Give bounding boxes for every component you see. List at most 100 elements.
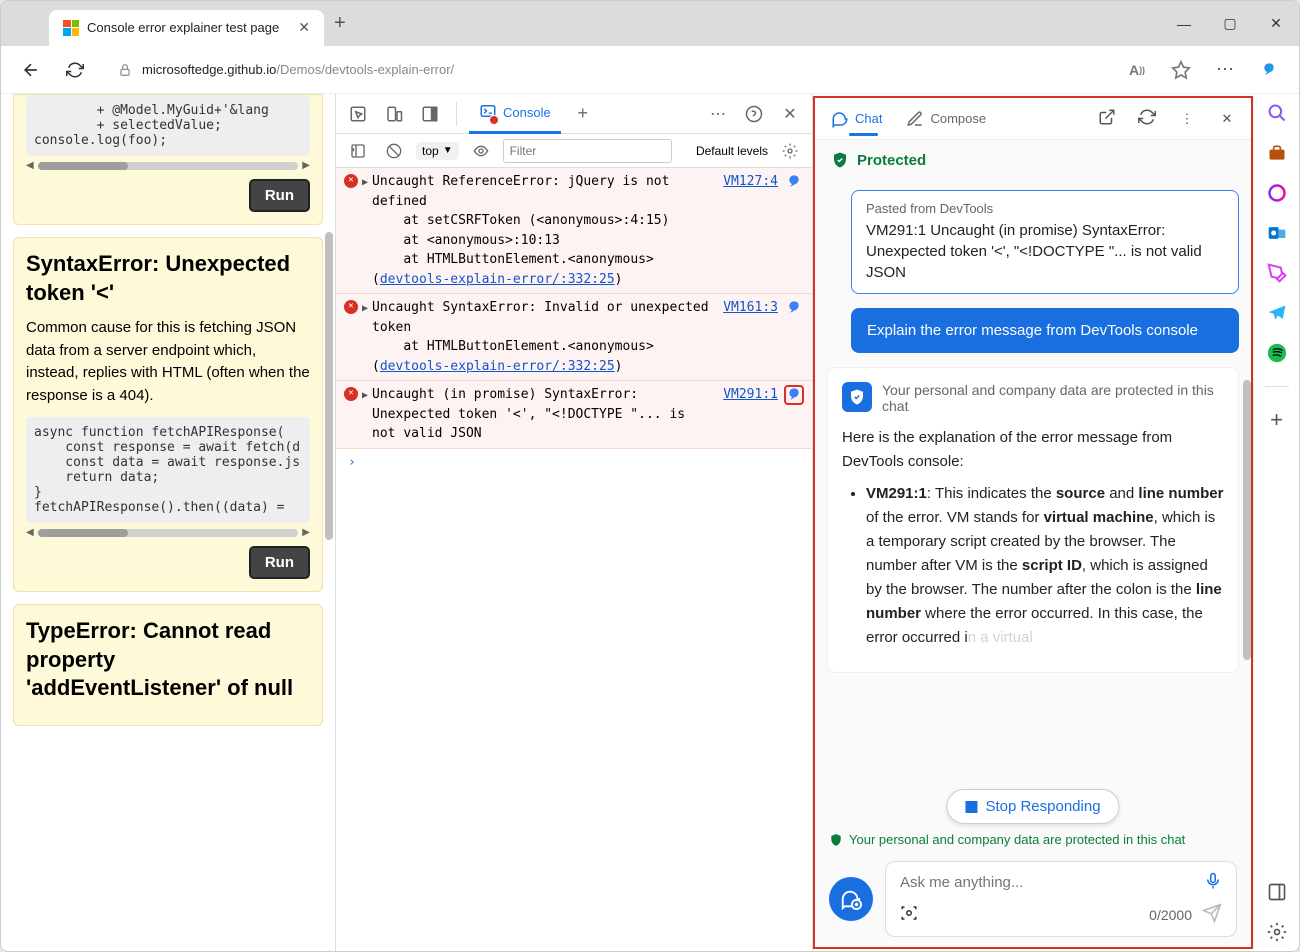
console-error-row: ✕ ▶ Uncaught ReferenceError: jQuery is n… bbox=[336, 168, 812, 294]
copilot-scrollbar-thumb[interactable] bbox=[1243, 380, 1251, 660]
search-icon[interactable] bbox=[1266, 102, 1288, 124]
settings-icon[interactable] bbox=[776, 137, 804, 165]
card-title: SyntaxError: Unexpected token '<' bbox=[26, 250, 310, 307]
expand-icon[interactable]: ▶ bbox=[362, 301, 368, 376]
help-icon[interactable] bbox=[740, 100, 768, 128]
tab-close-icon[interactable]: ✕ bbox=[298, 19, 310, 36]
shield-icon bbox=[842, 382, 872, 412]
card-body: Common cause for this is fetching JSON d… bbox=[26, 317, 310, 407]
new-topic-button[interactable] bbox=[829, 877, 873, 921]
gear-icon[interactable] bbox=[1266, 921, 1288, 943]
sidebar-toggle-icon[interactable] bbox=[344, 137, 372, 165]
spotify-icon[interactable] bbox=[1266, 342, 1288, 364]
devtools-close-icon[interactable]: ✕ bbox=[776, 100, 804, 128]
copilot-launch-button[interactable] bbox=[1253, 54, 1285, 86]
web-page: + @Model.MyGuid+'&lang + selectedValue; … bbox=[1, 94, 336, 951]
code-block-2: async function fetchAPIResponse( const r… bbox=[26, 417, 310, 523]
designer-icon[interactable] bbox=[1266, 262, 1288, 284]
copilot-panel: Chat Compose ⋮ ✕ Protected Pasted from D… bbox=[813, 96, 1253, 949]
source-link[interactable]: VM161:3 bbox=[723, 298, 778, 376]
sidebar-layout-icon[interactable] bbox=[1266, 881, 1288, 903]
stop-responding-button[interactable]: Stop Responding bbox=[946, 789, 1119, 824]
compose-tab[interactable]: Compose bbox=[902, 98, 990, 140]
more-button[interactable]: ⋯ bbox=[1209, 54, 1241, 86]
char-counter: 0/2000 bbox=[1149, 907, 1192, 923]
inspect-icon[interactable] bbox=[344, 100, 372, 128]
console-prompt[interactable]: › bbox=[336, 449, 812, 476]
code-scrollbar[interactable]: ◀▶ bbox=[26, 160, 310, 171]
error-icon: ✕ bbox=[344, 174, 358, 188]
window-minimize-button[interactable]: — bbox=[1161, 4, 1207, 44]
explain-error-button[interactable] bbox=[784, 298, 804, 318]
send-icon[interactable] bbox=[1202, 903, 1222, 926]
window-maximize-button[interactable]: ▢ bbox=[1207, 4, 1253, 44]
open-external-icon[interactable] bbox=[1095, 108, 1119, 129]
clear-console-icon[interactable] bbox=[380, 137, 408, 165]
scan-icon[interactable] bbox=[900, 904, 918, 925]
source-link[interactable]: VM291:1 bbox=[723, 385, 778, 444]
protected-indicator: Protected bbox=[815, 140, 1251, 180]
add-tab-icon[interactable]: + bbox=[569, 100, 597, 128]
lock-icon bbox=[118, 63, 132, 77]
console-error-row: ✕ ▶ Uncaught SyntaxError: Invalid or une… bbox=[336, 294, 812, 381]
ask-input[interactable] bbox=[900, 874, 1196, 891]
ask-input-box: 0/2000 bbox=[885, 861, 1237, 937]
card-title: TypeError: Cannot read property 'addEven… bbox=[26, 617, 310, 703]
page-scrollbar-thumb[interactable] bbox=[325, 232, 333, 540]
user-message: Explain the error message from DevTools … bbox=[851, 308, 1239, 353]
context-dropdown[interactable]: top▼ bbox=[416, 142, 459, 160]
chat-tab[interactable]: Chat bbox=[827, 98, 886, 140]
edge-sidebar: + bbox=[1253, 94, 1299, 951]
new-tab-button[interactable]: + bbox=[334, 12, 346, 35]
console-error-row: ✕ ▶ Uncaught (in promise) SyntaxError: U… bbox=[336, 381, 812, 449]
filter-input[interactable] bbox=[503, 139, 672, 163]
window-close-button[interactable]: ✕ bbox=[1253, 4, 1299, 44]
refresh-button[interactable] bbox=[59, 54, 91, 86]
error-icon: ✕ bbox=[344, 300, 358, 314]
briefcase-icon[interactable] bbox=[1266, 142, 1288, 164]
code-block-1: + @Model.MyGuid+'&lang + selectedValue; … bbox=[26, 95, 310, 156]
code-scrollbar[interactable]: ◀▶ bbox=[26, 527, 310, 538]
add-sidebar-icon[interactable]: + bbox=[1266, 409, 1288, 431]
devtools-more-icon[interactable]: ⋯ bbox=[704, 100, 732, 128]
outlook-icon[interactable] bbox=[1266, 222, 1288, 244]
footer-protection-note: Your personal and company data are prote… bbox=[815, 828, 1251, 851]
explain-error-button[interactable] bbox=[784, 385, 804, 405]
address-bar[interactable]: microsoftedge.github.io/Demos/devtools-e… bbox=[103, 53, 1109, 87]
url-path: /Demos/devtools-explain-error/ bbox=[276, 62, 454, 77]
explain-error-button[interactable] bbox=[784, 172, 804, 192]
pasted-context-card: Pasted from DevTools VM291:1 Uncaught (i… bbox=[851, 190, 1239, 294]
console-output: ✕ ▶ Uncaught ReferenceError: jQuery is n… bbox=[336, 168, 812, 951]
error-icon: ✕ bbox=[344, 387, 358, 401]
assistant-response: Your personal and company data are prote… bbox=[827, 367, 1239, 673]
refresh-icon[interactable] bbox=[1135, 108, 1159, 129]
favicon-microsoft bbox=[63, 20, 79, 36]
close-icon[interactable]: ✕ bbox=[1215, 111, 1239, 127]
favorites-button[interactable] bbox=[1165, 54, 1197, 86]
stack-link[interactable]: devtools-explain-error/:332:25 bbox=[380, 272, 615, 287]
devtools-panel: Console + ⋯ ✕ top▼ Default levels bbox=[336, 94, 813, 951]
run-button-1[interactable]: Run bbox=[249, 179, 310, 212]
read-aloud-button[interactable]: A)) bbox=[1121, 54, 1153, 86]
live-expression-icon[interactable] bbox=[467, 137, 495, 165]
run-button-2[interactable]: Run bbox=[249, 546, 310, 579]
office-icon[interactable] bbox=[1266, 182, 1288, 204]
mic-icon[interactable] bbox=[1204, 872, 1222, 893]
browser-tab[interactable]: Console error explainer test page ✕ bbox=[49, 10, 324, 46]
browser-toolbar: microsoftedge.github.io/Demos/devtools-e… bbox=[1, 46, 1299, 94]
back-button[interactable] bbox=[15, 54, 47, 86]
stop-icon bbox=[965, 801, 977, 813]
console-tab[interactable]: Console bbox=[469, 94, 561, 134]
titlebar: Console error explainer test page ✕ + — … bbox=[1, 1, 1299, 46]
dock-icon[interactable] bbox=[416, 100, 444, 128]
device-icon[interactable] bbox=[380, 100, 408, 128]
more-icon[interactable]: ⋮ bbox=[1175, 111, 1199, 127]
expand-icon[interactable]: ▶ bbox=[362, 175, 368, 289]
url-host: microsoftedge.github.io bbox=[142, 62, 276, 77]
telegram-icon[interactable] bbox=[1266, 302, 1288, 324]
stack-link[interactable]: devtools-explain-error/:332:25 bbox=[380, 359, 615, 374]
tab-title: Console error explainer test page bbox=[87, 20, 290, 35]
levels-dropdown[interactable]: Default levels bbox=[696, 144, 768, 158]
source-link[interactable]: VM127:4 bbox=[723, 172, 778, 289]
expand-icon[interactable]: ▶ bbox=[362, 388, 368, 444]
